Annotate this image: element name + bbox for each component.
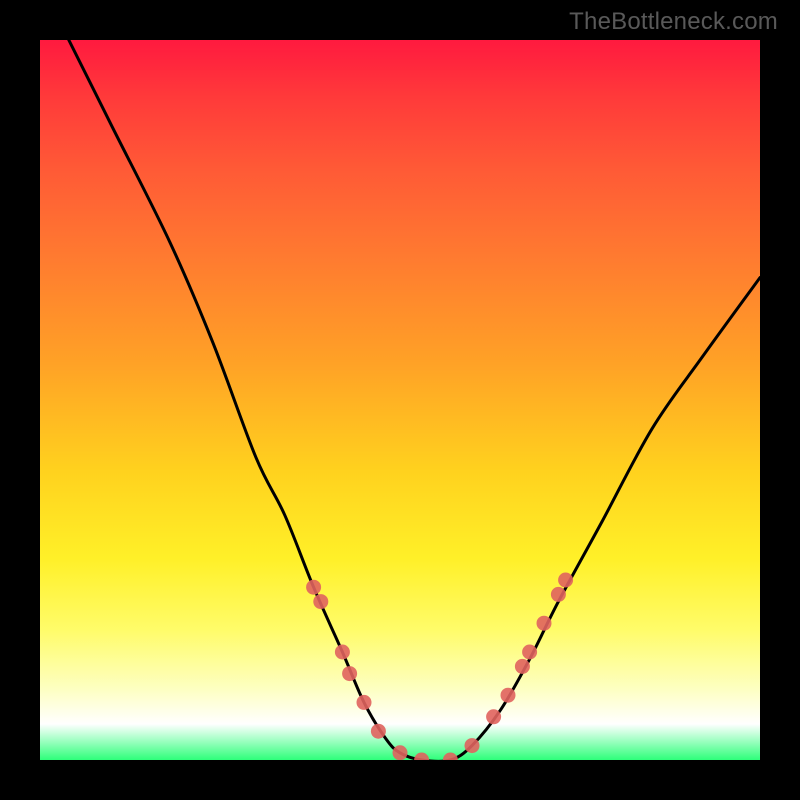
chart-frame: TheBottleneck.com (0, 0, 800, 800)
bottleneck-curve (69, 40, 760, 760)
chart-svg (40, 40, 760, 760)
data-points (306, 573, 573, 761)
watermark-text: TheBottleneck.com (569, 8, 778, 36)
plot-area (40, 40, 760, 760)
